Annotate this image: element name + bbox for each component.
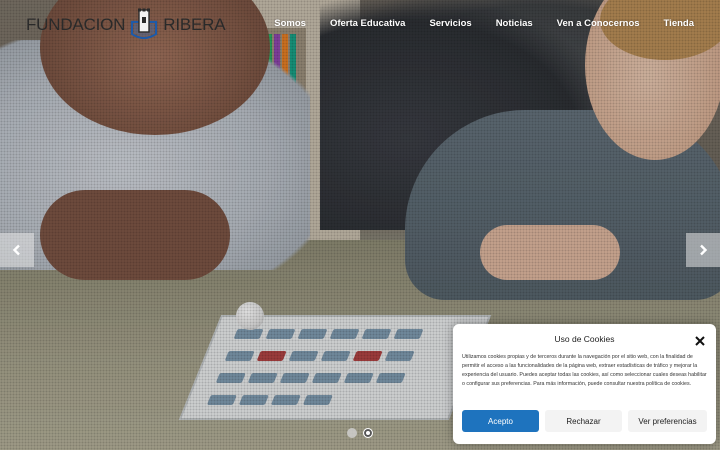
cookie-consent-banner: Uso de Cookies Utilizamos cookies propia… — [453, 324, 716, 444]
logo-text-right: RIBERA — [163, 15, 226, 34]
slider-pagination — [347, 428, 373, 438]
main-nav: Somos Oferta Educativa Servicios Noticia… — [250, 18, 694, 29]
logo-text-left: FUNDACION — [26, 15, 126, 34]
nav-item-somos[interactable]: Somos — [274, 18, 306, 29]
slider-prev-button[interactable] — [0, 233, 34, 267]
slider-dot-2[interactable] — [363, 428, 373, 438]
cookie-banner-text: Utilizamos cookies propias y de terceros… — [462, 354, 707, 387]
chevron-left-icon — [12, 244, 20, 256]
cookie-banner-title: Uso de Cookies — [554, 334, 615, 344]
reject-cookies-button[interactable]: Rechazar — [545, 410, 622, 432]
nav-item-ven-a-conocernos[interactable]: Ven a Conocernos — [557, 18, 640, 29]
accept-cookies-button[interactable]: Acepto — [462, 410, 539, 432]
nav-item-noticias[interactable]: Noticias — [496, 18, 533, 29]
chevron-right-icon — [700, 244, 708, 256]
logo-tower-icon — [129, 8, 159, 42]
site-logo[interactable]: FUNDACION RIBERA — [26, 8, 226, 42]
slider-dot-1[interactable] — [347, 428, 357, 438]
nav-item-oferta-educativa[interactable]: Oferta Educativa — [330, 18, 406, 29]
close-button[interactable] — [695, 333, 705, 346]
nav-item-tienda[interactable]: Tienda — [664, 18, 694, 29]
nav-item-servicios[interactable]: Servicios — [429, 18, 471, 29]
close-icon — [695, 336, 705, 346]
cookie-preferences-button[interactable]: Ver preferencias — [628, 410, 707, 432]
slider-next-button[interactable] — [686, 233, 720, 267]
site-header: FUNDACION RIBERA Somos Oferta Educativa … — [0, 0, 720, 48]
